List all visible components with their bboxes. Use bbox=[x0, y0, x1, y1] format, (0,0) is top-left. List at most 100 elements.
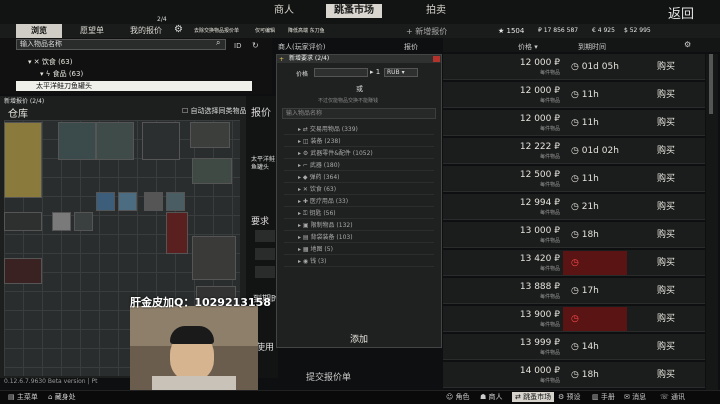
stash-item-canned[interactable] bbox=[144, 192, 163, 211]
req-slot-2[interactable] bbox=[255, 248, 275, 260]
nav-comms[interactable]: ☏ 通讯 bbox=[660, 392, 685, 402]
tree-item-canned-fish[interactable]: 太平洋鲑刀鱼罐头 bbox=[16, 81, 252, 91]
close-icon[interactable] bbox=[433, 56, 440, 62]
buy-button[interactable]: 购买 bbox=[628, 307, 704, 331]
price-input[interactable] bbox=[314, 68, 368, 77]
offer-price: 12 000 ₽ bbox=[500, 114, 560, 124]
dialog-search-input[interactable]: 输入物品名称 bbox=[282, 108, 436, 119]
stash-item-small[interactable] bbox=[74, 212, 93, 231]
category-keys[interactable]: ▸ ⚿ 钥匙 (56) bbox=[284, 208, 434, 219]
stash-item-gray[interactable] bbox=[190, 122, 230, 148]
browse-button[interactable]: 浏览 bbox=[16, 24, 62, 38]
category-special[interactable]: ▸ ▣ 限制物品 (132) bbox=[284, 220, 434, 231]
euros-value: 4 925 bbox=[597, 27, 615, 34]
stash-label: 仓库 bbox=[8, 109, 28, 120]
buy-button[interactable]: 购买 bbox=[628, 279, 704, 303]
stash-item-headset[interactable] bbox=[192, 236, 236, 280]
stash-item-knives[interactable] bbox=[4, 212, 42, 231]
back-button[interactable]: 返回 bbox=[668, 3, 694, 22]
category-ammo[interactable]: ▸ ◆ 弹药 (364) bbox=[284, 172, 434, 183]
nav-character[interactable]: ☺ 角色 bbox=[446, 392, 470, 402]
buy-button[interactable]: 购买 bbox=[628, 167, 704, 191]
category-weapon-parts[interactable]: ▸ ⚙ 武器零件&配件 (1052) bbox=[284, 148, 434, 159]
price-per-item: 每件物品 bbox=[539, 210, 560, 216]
buy-button[interactable]: 购买 bbox=[628, 55, 704, 79]
buy-button[interactable]: 购买 bbox=[628, 335, 704, 359]
tree-item-food[interactable]: ▾ ϟ 食品 (63) bbox=[16, 69, 246, 79]
tree-item-provisions[interactable]: ▾ ✕ 饮食 (63) bbox=[16, 57, 246, 67]
add-offer-button[interactable]: + 新增报价 bbox=[406, 26, 447, 37]
search-input[interactable]: 输入物品名称 bbox=[16, 39, 226, 50]
filter-editable[interactable]: 仅可编辑 bbox=[255, 27, 275, 34]
nav-handbook[interactable]: ▥ 手册 bbox=[592, 392, 615, 402]
col-id[interactable]: ID bbox=[234, 42, 241, 50]
category-money[interactable]: ▸ ◉ 钱 (3) bbox=[284, 256, 434, 267]
price-value: 13 888 bbox=[519, 282, 552, 292]
stash-item-ammo-box[interactable] bbox=[58, 122, 96, 160]
buy-button[interactable]: 购买 bbox=[628, 363, 704, 387]
category-weapons[interactable]: ▸ ⌐ 武器 (180) bbox=[284, 160, 434, 171]
buy-button[interactable]: 购买 bbox=[628, 83, 704, 107]
clock-icon: ◷ bbox=[571, 62, 579, 72]
price-value: 12 500 bbox=[519, 170, 552, 180]
filter-third[interactable]: 降低高端 东刀鱼 bbox=[288, 27, 325, 34]
stash-item-red[interactable] bbox=[166, 212, 188, 254]
category-provisions[interactable]: ▸ ✕ 饮食 (63) bbox=[284, 184, 434, 195]
scrollbar-thumb[interactable] bbox=[709, 54, 713, 114]
buy-button[interactable]: 购买 bbox=[628, 223, 704, 247]
nav-messages[interactable]: ✉ 消息 bbox=[624, 392, 646, 402]
buy-button[interactable]: 购买 bbox=[628, 251, 704, 275]
wishlist-button[interactable]: 愿望单 bbox=[70, 24, 114, 38]
buy-button[interactable]: 购买 bbox=[628, 195, 704, 219]
roubles-value: 17 856 587 bbox=[543, 27, 579, 34]
price-value: 12 222 bbox=[519, 142, 552, 152]
currency-select[interactable]: RUB ▾ bbox=[384, 68, 418, 77]
tab-auction[interactable]: 拍卖 bbox=[414, 4, 458, 18]
stash-item-case[interactable] bbox=[4, 122, 42, 198]
category-maps[interactable]: ▸ ▦ 地图 (5) bbox=[284, 244, 434, 255]
nav-hideout[interactable]: ⌂ 藏身处 bbox=[48, 392, 76, 402]
category-gear[interactable]: ▸ ◫ 装备 (238) bbox=[284, 136, 434, 147]
buy-button[interactable]: 购买 bbox=[628, 111, 704, 135]
my-offers-button[interactable]: 我的报价 bbox=[124, 24, 168, 38]
col-price[interactable]: 价格 ▾ bbox=[518, 42, 538, 52]
price-value: 12 000 bbox=[519, 86, 552, 96]
clock-icon: ◷ bbox=[571, 230, 579, 240]
auto-select-checkbox[interactable]: ☐ 自动选择同类物品 bbox=[182, 106, 247, 116]
price-per-item: 每件物品 bbox=[539, 378, 560, 384]
min-max-toggle[interactable]: ▸ 1 bbox=[370, 68, 380, 76]
gear-icon[interactable]: ⚙ bbox=[174, 24, 183, 35]
req-slot-1[interactable] bbox=[255, 230, 275, 242]
stash-item-blue2[interactable] bbox=[118, 192, 137, 211]
submit-offer-button[interactable]: 提交报价单 bbox=[306, 370, 351, 383]
nav-flea-market[interactable]: ⇄ 跳蚤市场 bbox=[512, 392, 555, 402]
rouble-icon: ₽ bbox=[554, 198, 560, 208]
stash-item-maroon[interactable] bbox=[4, 258, 42, 284]
category-rigs[interactable]: ▸ ▤ 背袋装备 (103) bbox=[284, 232, 434, 243]
col-offer[interactable]: 报价 bbox=[404, 42, 418, 52]
buy-button[interactable]: 购买 bbox=[628, 139, 704, 163]
stash-item-silver[interactable] bbox=[52, 212, 71, 231]
category-barter[interactable]: ▸ ⇄ 交易用物品 (339) bbox=[284, 124, 434, 135]
req-slot-3[interactable] bbox=[255, 266, 275, 278]
stash-item-teal[interactable] bbox=[166, 192, 185, 211]
stash-item-dark[interactable] bbox=[142, 122, 180, 160]
stash-item-box[interactable] bbox=[192, 158, 232, 184]
settings-icon[interactable]: ⚙ bbox=[684, 40, 691, 49]
tab-traders[interactable]: 商人 bbox=[264, 4, 304, 18]
filter-remove-exchange[interactable]: 去除交换物品报价单 bbox=[194, 27, 239, 34]
nav-main-menu[interactable]: ▤ 主菜单 bbox=[8, 392, 38, 402]
nav-presets[interactable]: ⚙ 预设 bbox=[558, 392, 581, 402]
rouble-icon: ₽ bbox=[554, 86, 560, 96]
stash-title: 新增报价 (2/4) bbox=[4, 98, 45, 105]
col-expire[interactable]: 到期时间 bbox=[578, 42, 606, 52]
stash-item-blue[interactable] bbox=[96, 192, 115, 211]
refresh-icon[interactable]: ↻ bbox=[252, 41, 259, 50]
tab-flea-market[interactable]: 跳蚤市场 bbox=[326, 4, 382, 18]
nav-traders[interactable]: ☗ 商人 bbox=[480, 392, 503, 402]
stash-item-container[interactable] bbox=[96, 122, 134, 160]
category-medical[interactable]: ▸ ✚ 医疗用品 (33) bbox=[284, 196, 434, 207]
col-seller[interactable]: 商人(玩家评价) bbox=[278, 42, 325, 52]
nav-label: 角色 bbox=[455, 393, 470, 401]
add-button[interactable]: 添加 bbox=[350, 332, 368, 345]
